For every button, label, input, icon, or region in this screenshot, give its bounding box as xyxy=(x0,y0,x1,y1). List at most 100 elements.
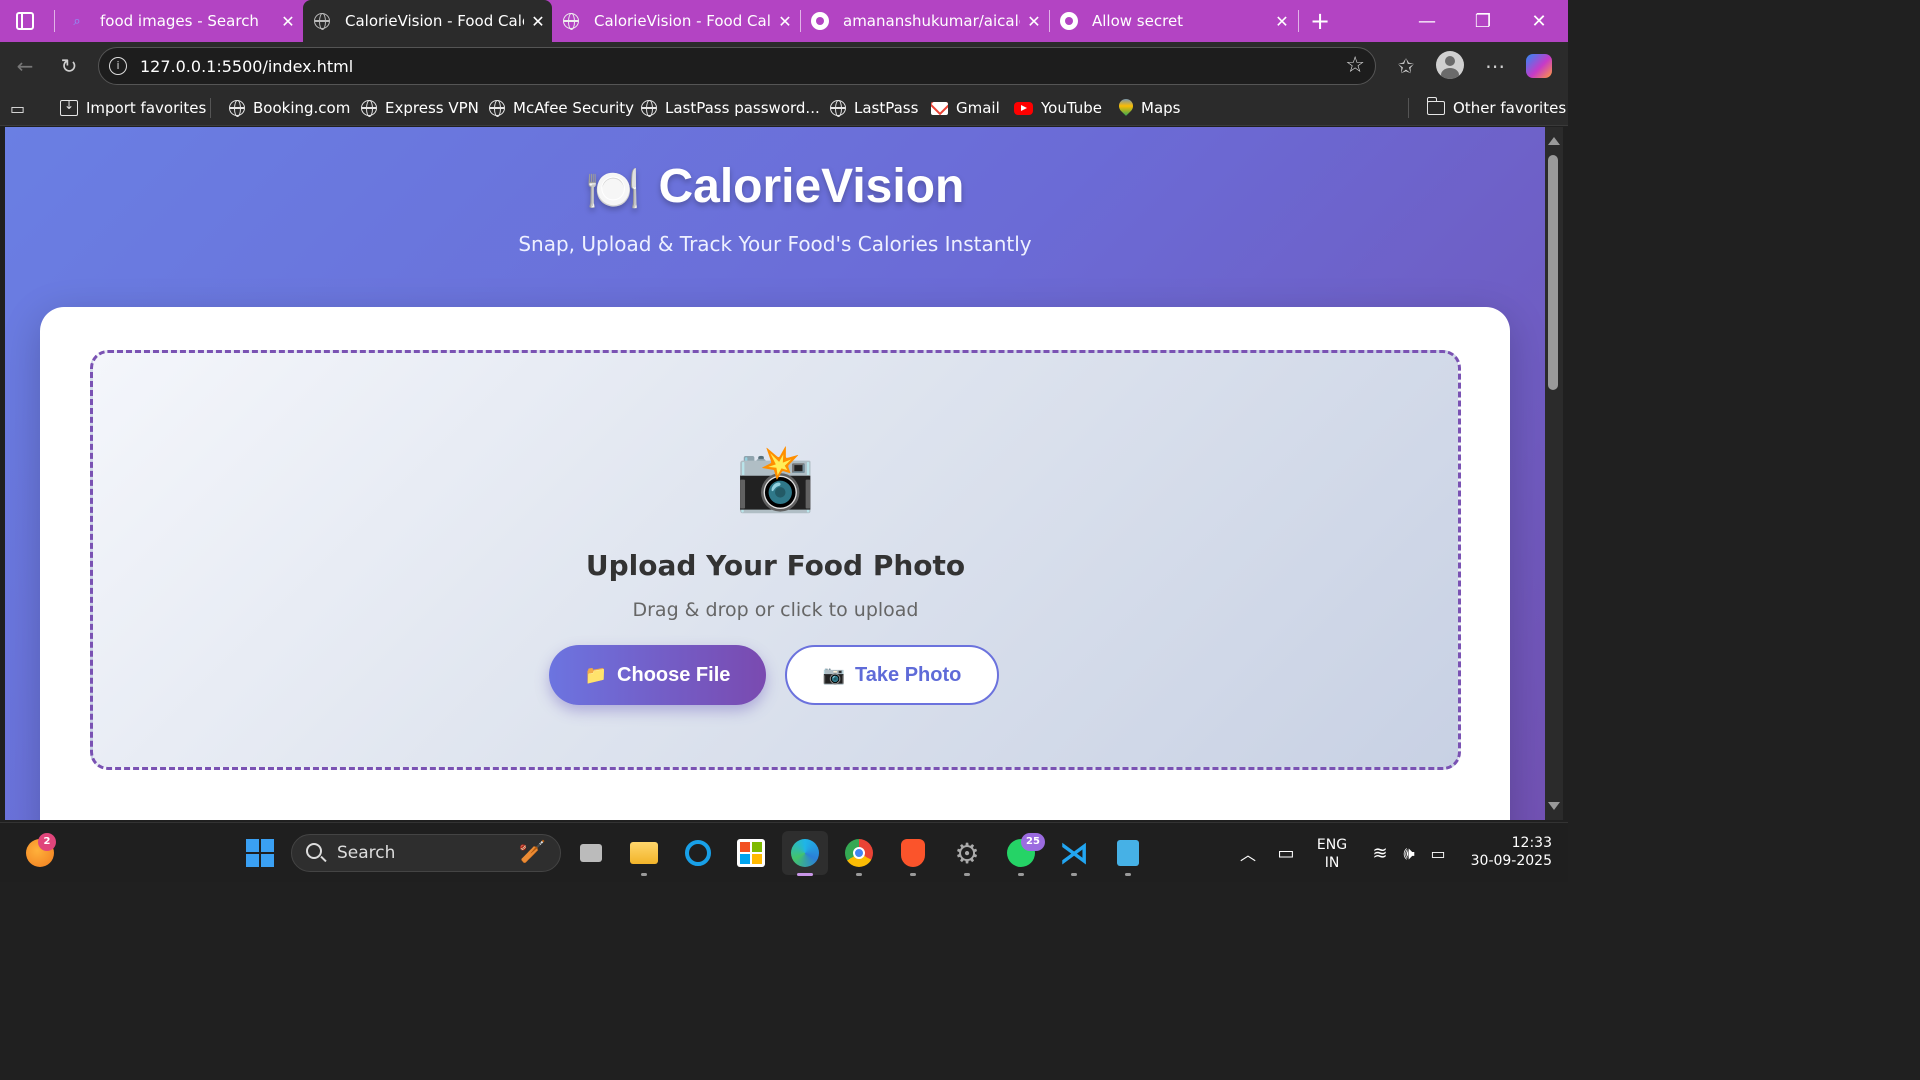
edge-browser-icon[interactable] xyxy=(782,831,828,875)
import-icon xyxy=(60,98,78,116)
favorite-express-vpn[interactable]: Express VPN xyxy=(361,97,479,119)
taskbar-search[interactable]: Search 🏏 xyxy=(291,834,561,872)
upload-card: 📸 Upload Your Food Photo Drag & drop or … xyxy=(40,307,1510,820)
profile-avatar[interactable] xyxy=(1436,51,1464,79)
favorite-label: LastPass xyxy=(854,99,919,117)
battery-icon[interactable]: ▭ xyxy=(1422,837,1454,869)
language-code: ENG xyxy=(1316,837,1348,853)
close-tab-icon[interactable]: ✕ xyxy=(1020,12,1048,31)
reading-view-icon[interactable]: ▭ xyxy=(10,97,33,119)
favorite-lastpass[interactable]: LastPass xyxy=(830,97,918,119)
running-indicator xyxy=(1071,873,1077,876)
favorite-import-favorites[interactable]: Import favorites xyxy=(60,97,206,119)
tab-separator xyxy=(1298,10,1299,32)
close-tab-icon[interactable]: ✕ xyxy=(524,12,552,31)
favorite-label: Express VPN xyxy=(385,99,479,117)
close-window-button[interactable]: ✕ xyxy=(1511,0,1567,42)
minimize-button[interactable]: — xyxy=(1399,0,1455,42)
favorite-lastpass-password[interactable]: LastPass password... xyxy=(641,97,820,119)
page-scrollbar[interactable] xyxy=(1545,127,1563,820)
favorite-gmail[interactable]: Gmail xyxy=(931,97,1000,119)
favorite-maps[interactable]: Maps xyxy=(1119,97,1180,119)
chrome-icon[interactable] xyxy=(843,837,875,869)
weather-widget[interactable]: 2 xyxy=(24,833,56,869)
task-view-icon[interactable] xyxy=(575,837,607,869)
maps-icon xyxy=(1119,99,1133,117)
page-subtitle: Snap, Upload & Track Your Food's Calorie… xyxy=(518,232,1032,256)
tab-actions-button[interactable] xyxy=(0,0,50,42)
upload-dropzone[interactable]: 📸 Upload Your Food Photo Drag & drop or … xyxy=(90,350,1461,770)
input-language[interactable]: ENG IN xyxy=(1312,836,1352,872)
browser-toolbar: ← ↻ i 127.0.0.1:5500/index.html ☆ ✩ ⋯ xyxy=(0,42,1568,90)
active-indicator xyxy=(797,873,813,876)
clock-date: 30-09-2025 xyxy=(1470,853,1552,869)
scrollbar-thumb[interactable] xyxy=(1548,155,1558,390)
taskbar-search-label: Search xyxy=(337,843,396,863)
brave-icon[interactable] xyxy=(897,837,929,869)
volume-icon[interactable]: 🕪 xyxy=(1393,837,1425,869)
whatsapp-icon[interactable]: 25 xyxy=(1005,833,1045,869)
close-tab-icon[interactable]: ✕ xyxy=(274,12,302,31)
plate-icon: 🍽️ xyxy=(585,165,641,214)
github-icon xyxy=(1060,12,1078,30)
scroll-up-icon[interactable] xyxy=(1548,137,1560,145)
page-viewport: 🍽️ CalorieVision Snap, Upload & Track You… xyxy=(5,127,1545,820)
favorite-youtube[interactable]: YouTube xyxy=(1014,97,1102,119)
running-indicator xyxy=(910,873,916,876)
globe-icon xyxy=(641,100,657,117)
close-tab-icon[interactable]: ✕ xyxy=(1268,12,1296,31)
tab-allow-secret[interactable]: Allow secret ✕ xyxy=(1050,0,1296,42)
file-explorer-icon[interactable] xyxy=(628,837,660,869)
other-favorites-folder[interactable]: Other favorites xyxy=(1426,97,1566,119)
take-photo-button[interactable]: 📷 Take Photo xyxy=(785,645,999,705)
page-title: 🍽️ CalorieVision xyxy=(5,159,1545,215)
favorite-label: YouTube xyxy=(1041,99,1102,117)
favorite-label: Booking.com xyxy=(253,99,351,117)
notepad-icon[interactable] xyxy=(1112,837,1144,869)
show-hidden-icons[interactable]: ︿ xyxy=(1232,837,1264,869)
globe-icon xyxy=(361,100,377,117)
site-info-icon[interactable]: i xyxy=(109,57,127,75)
settings-gear-icon[interactable]: ⚙ xyxy=(951,837,983,870)
url-text: 127.0.0.1:5500/index.html xyxy=(140,57,354,76)
vscode-icon[interactable]: ⋊ xyxy=(1058,836,1090,871)
wifi-icon[interactable]: ≋ xyxy=(1364,837,1396,869)
add-favorite-icon[interactable]: ☆ xyxy=(1345,53,1365,78)
copilot-icon[interactable] xyxy=(1526,54,1552,78)
choose-file-button[interactable]: 📁 Choose File xyxy=(549,645,766,705)
favorite-mcafee[interactable]: McAfee Security xyxy=(489,97,634,119)
globe-icon xyxy=(229,100,245,117)
scroll-down-icon[interactable] xyxy=(1548,802,1560,810)
new-tab-button[interactable]: + xyxy=(1305,0,1335,42)
favorite-label: Import favorites xyxy=(86,99,207,117)
running-indicator xyxy=(964,873,970,876)
back-button[interactable]: ← xyxy=(10,52,40,80)
start-button[interactable] xyxy=(244,837,276,869)
microsoft-store-icon[interactable] xyxy=(735,837,767,869)
restore-button[interactable]: ❐ xyxy=(1455,0,1511,42)
whatsapp-badge: 25 xyxy=(1021,833,1045,851)
favorite-label: LastPass password... xyxy=(665,99,820,117)
favorite-booking[interactable]: Booking.com xyxy=(229,97,350,119)
tablet-mode-icon[interactable]: ▭ xyxy=(1270,837,1302,869)
tab-title: food images - Search xyxy=(100,12,259,30)
cortana-icon[interactable] xyxy=(682,837,714,869)
tab-calorievision[interactable]: CalorieVision - Food Calorie Tracker ✕ xyxy=(552,0,799,42)
globe-icon xyxy=(562,12,580,30)
tab-strip: ⌕ food images - Search ✕ CalorieVision -… xyxy=(0,0,1568,42)
search-highlight-icon: 🏏 xyxy=(518,840,546,865)
tab-calorievision-active[interactable]: CalorieVision - Food Calorie Tracker ✕ xyxy=(303,0,552,42)
refresh-button[interactable]: ↻ xyxy=(54,52,84,80)
close-tab-icon[interactable]: ✕ xyxy=(771,12,799,31)
globe-icon xyxy=(830,100,846,117)
folder-icon xyxy=(1426,97,1445,115)
favorite-label: McAfee Security xyxy=(513,99,635,117)
tab-github-aicalorie[interactable]: amananshukumar/aicalorie ✕ xyxy=(801,0,1048,42)
camera-icon: 📸 xyxy=(735,442,816,516)
tab-food-images-search[interactable]: ⌕ food images - Search ✕ xyxy=(58,0,302,42)
more-menu-icon[interactable]: ⋯ xyxy=(1480,52,1510,80)
clock[interactable]: 12:33 30-09-2025 xyxy=(1462,834,1552,870)
address-bar[interactable]: i 127.0.0.1:5500/index.html ☆ xyxy=(98,47,1376,85)
search-icon xyxy=(306,843,322,859)
favorites-icon[interactable]: ✩ xyxy=(1391,52,1421,80)
